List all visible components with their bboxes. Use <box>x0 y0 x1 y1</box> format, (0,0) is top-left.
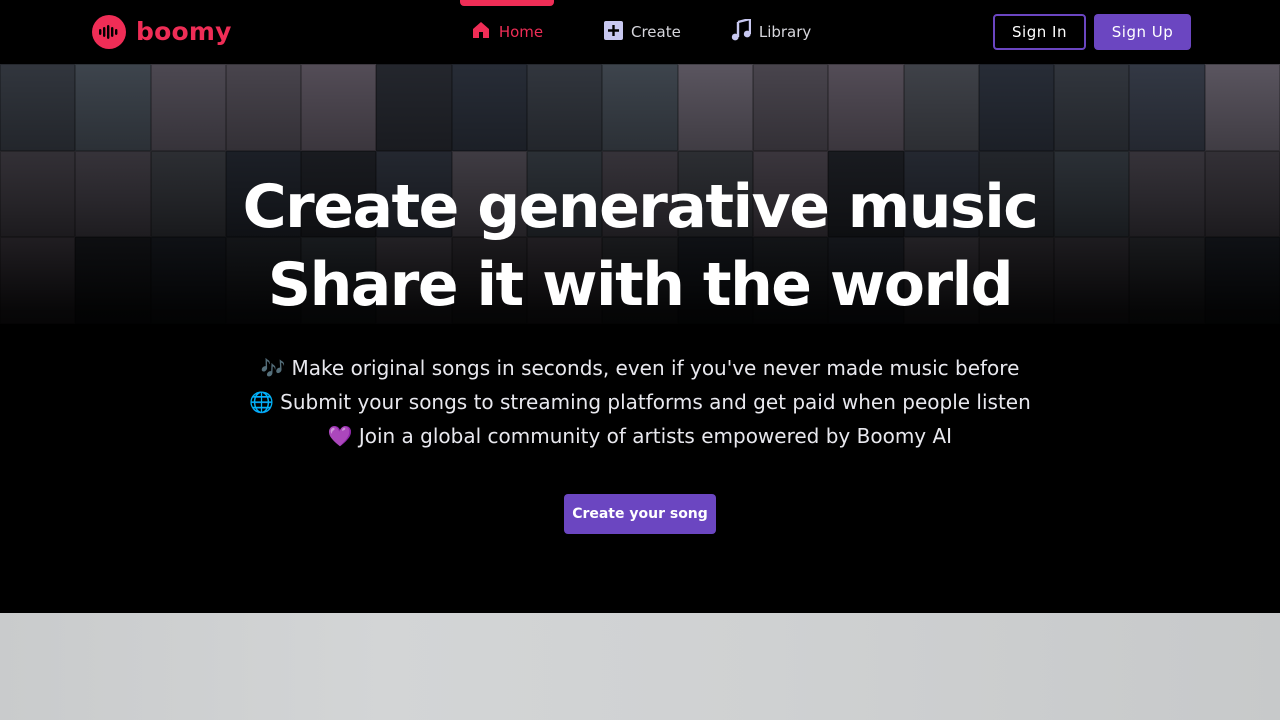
nav-label-library: Library <box>758 23 812 41</box>
hero-section: Create generative music Share it with th… <box>0 64 1280 613</box>
music-notes-icon: 🎶 <box>260 356 286 380</box>
lower-section-background <box>0 613 1280 720</box>
nav-item-create[interactable]: Create <box>604 0 681 64</box>
nav-item-library[interactable]: Library <box>731 0 811 64</box>
hero-headline-line-2: Share it with the world <box>267 250 1014 320</box>
top-navigation-bar: boomy Home Create Library Sign In Sign U… <box>0 0 1280 64</box>
purple-heart-icon: 💜 <box>327 424 353 448</box>
sign-up-button[interactable]: Sign Up <box>1094 14 1191 50</box>
feature-bullet: 🌐 Submit your songs to streaming platform… <box>0 385 1280 419</box>
create-your-song-button[interactable]: Create your song <box>564 494 716 534</box>
feature-bullet: 💜 Join a global community of artists empo… <box>0 419 1280 453</box>
auth-buttons: Sign In Sign Up <box>993 14 1191 50</box>
feature-bullet: 🎶 Make original songs in seconds, even if… <box>0 351 1280 385</box>
main-nav: Home Create Library <box>460 0 811 64</box>
plus-square-icon <box>604 20 623 44</box>
brand-name: boomy <box>136 16 232 46</box>
music-note-icon <box>731 17 752 45</box>
hero-headline-line-1: Create generative music <box>242 172 1039 242</box>
brand-logo[interactable]: boomy <box>92 14 232 50</box>
nav-label-create: Create <box>631 23 681 41</box>
nav-label-home: Home <box>498 23 544 41</box>
home-icon <box>471 20 491 44</box>
globe-icon: 🌐 <box>249 390 275 414</box>
active-tab-indicator <box>460 0 554 6</box>
boomy-logo-icon <box>92 15 126 49</box>
nav-item-home[interactable]: Home <box>460 0 554 64</box>
sign-in-button[interactable]: Sign In <box>993 14 1086 50</box>
